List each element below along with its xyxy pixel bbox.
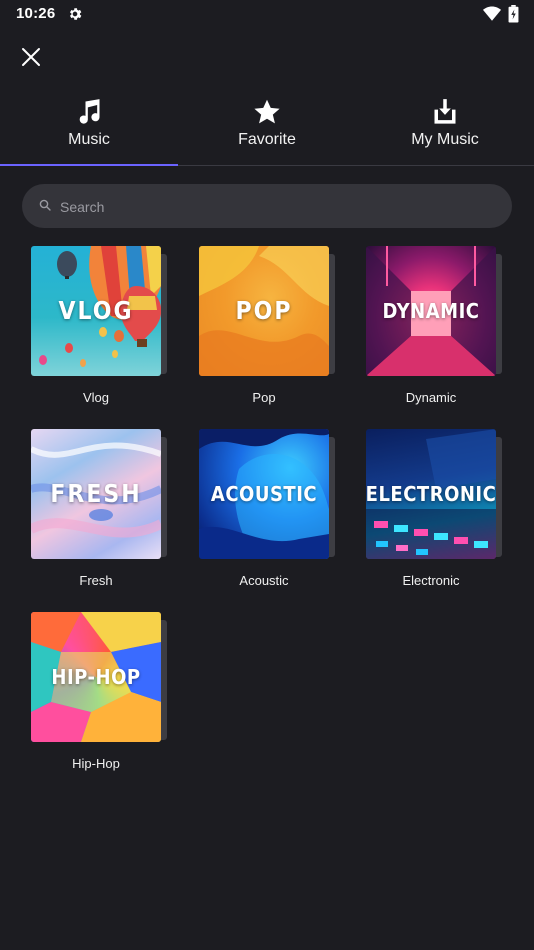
wifi-icon [483, 6, 501, 21]
genre-cover-title: HIP-HOP [51, 664, 141, 690]
genre-cover-fresh: FRESH [31, 429, 161, 559]
genre-cover-title: FRESH [50, 479, 142, 509]
battery-charging-icon [508, 5, 519, 23]
download-icon [434, 99, 456, 124]
tab-music-label: Music [68, 131, 110, 148]
genre-cover-dynamic: DYNAMIC [366, 246, 496, 376]
genre-name: Acoustic [239, 573, 289, 588]
genre-cover-hip-hop: HIP-HOP [31, 612, 161, 742]
genre-name: Electronic [402, 573, 460, 588]
genre-cover-electronic: ELECTRONIC [366, 429, 496, 559]
tab-my-music-label: My Music [411, 131, 479, 148]
genre-cover-title: ACOUSTIC [210, 481, 318, 507]
tab-favorite[interactable]: Favorite [178, 90, 356, 166]
tab-favorite-label: Favorite [238, 131, 296, 148]
genre-cover-title: POP [235, 296, 293, 326]
genre-name: Dynamic [405, 390, 457, 405]
status-bar: 10:26 [0, 0, 534, 28]
genre-cover-acoustic: ACOUSTIC [199, 429, 329, 559]
genre-cover-title: DYNAMIC [382, 298, 480, 324]
status-time: 10:26 [16, 5, 56, 22]
genre-cover-title: VLOG [58, 296, 134, 326]
close-icon[interactable] [17, 43, 45, 71]
genre-name: Fresh [79, 573, 113, 588]
active-tab-indicator [0, 164, 178, 166]
search-input[interactable] [58, 184, 492, 230]
settings-gear-icon [70, 8, 82, 20]
music-note-icon [79, 99, 100, 124]
genre-cover-pop: POP [199, 246, 329, 376]
genre-name: Vlog [82, 390, 110, 405]
tab-my-music[interactable]: My Music [356, 90, 534, 166]
search-icon [39, 199, 51, 211]
genre-cover-vlog: VLOG [31, 246, 161, 376]
search-bar[interactable] [22, 184, 512, 230]
genre-name: Pop [252, 390, 276, 405]
tab-music[interactable]: Music [0, 90, 178, 166]
star-icon [254, 99, 280, 124]
genre-name: Hip-Hop [72, 756, 120, 771]
tab-bar: Music Favorite My Music [0, 90, 534, 166]
genre-cover-title: ELECTRONIC [366, 481, 496, 507]
